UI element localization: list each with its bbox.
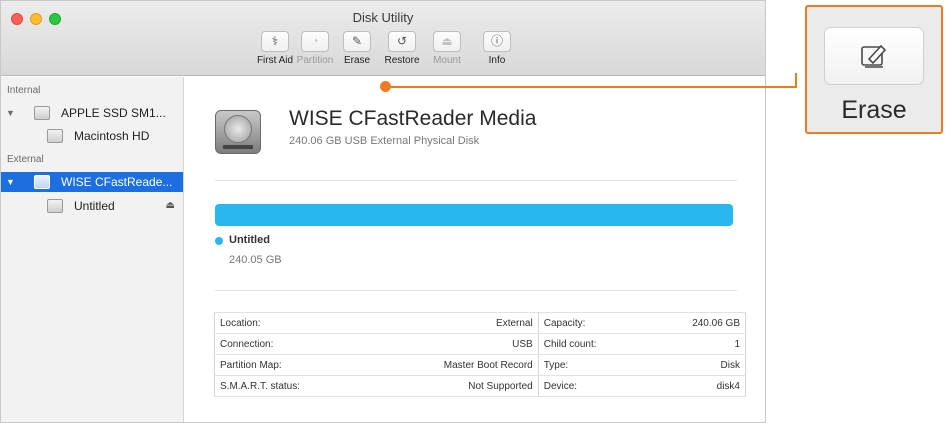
internal-disk-icon — [34, 106, 50, 120]
sidebar-section-internal: Internal — [7, 85, 41, 96]
volume-usage-bar — [215, 204, 733, 226]
detail-key: Capacity: — [538, 312, 647, 334]
detail-key: Device: — [538, 375, 647, 397]
table-row: Connection: USB Child count: 1 — [214, 333, 746, 355]
callout-box: Erase — [805, 5, 943, 134]
divider — [215, 290, 737, 291]
table-row: Location: External Capacity: 240.06 GB — [214, 312, 746, 334]
main-panel: WISE CFastReader Media 240.06 GB USB Ext… — [185, 77, 765, 422]
volume-name: Untitled — [229, 234, 270, 246]
detail-key: Child count: — [538, 333, 647, 355]
detail-value: Not Supported — [368, 375, 539, 397]
volume-icon — [47, 129, 63, 143]
detail-value: disk4 — [646, 375, 746, 397]
eraser-icon: ✎ — [343, 31, 371, 52]
mount-icon: ⏏ — [433, 31, 461, 52]
detail-value: Disk — [646, 354, 746, 376]
divider — [215, 180, 737, 181]
volume-color-dot — [215, 237, 223, 245]
disk-name: WISE CFastReader Media — [289, 107, 537, 130]
detail-value: 240.06 GB — [646, 312, 746, 334]
sidebar-item-untitled[interactable]: Untitled ⏏ — [1, 196, 183, 216]
sidebar-item-macintosh-hd[interactable]: Macintosh HD — [1, 126, 183, 146]
callout-leader-line — [385, 86, 796, 88]
sidebar-section-external: External — [7, 154, 44, 165]
info-icon: ⓘ — [483, 31, 511, 52]
disclosure-triangle-icon[interactable]: ▼ — [6, 103, 15, 123]
detail-value: External — [368, 312, 539, 334]
detail-key: Partition Map: — [214, 354, 369, 376]
volume-icon — [47, 199, 63, 213]
callout-dot — [380, 81, 391, 92]
disk-details-table: Location: External Capacity: 240.06 GB C… — [214, 312, 746, 397]
detail-key: Location: — [214, 312, 369, 334]
callout-leader-line-vertical — [795, 73, 797, 88]
disk-utility-window: Disk Utility ⚕ First Aid ◔ Partition ✎ E… — [0, 0, 766, 423]
sidebar-item-wise-cfastreader[interactable]: ▼ WISE CFastReade... — [1, 172, 183, 192]
detail-key: S.M.A.R.T. status: — [214, 375, 369, 397]
toolbar: Disk Utility ⚕ First Aid ◔ Partition ✎ E… — [1, 1, 765, 76]
restore-icon: ↺ — [388, 31, 416, 52]
eject-icon[interactable]: ⏏ — [166, 196, 175, 216]
disclosure-triangle-icon[interactable]: ▼ — [6, 172, 15, 192]
eraser-icon — [861, 44, 887, 68]
sidebar-item-apple-ssd[interactable]: ▼ APPLE SSD SM1... — [1, 103, 183, 123]
sidebar: Internal ▼ APPLE SSD SM1... Macintosh HD… — [1, 77, 184, 422]
detail-value: USB — [368, 333, 539, 355]
table-row: Partition Map: Master Boot Record Type: … — [214, 354, 746, 376]
detail-value: 1 — [646, 333, 746, 355]
erase-button-enlarged — [824, 27, 924, 85]
detail-key: Connection: — [214, 333, 369, 355]
callout-label: Erase — [841, 96, 907, 124]
detail-value: Master Boot Record — [368, 354, 539, 376]
external-disk-icon — [34, 175, 50, 189]
disk-subtitle: 240.06 GB USB External Physical Disk — [289, 135, 480, 147]
hard-disk-icon — [215, 110, 261, 154]
table-row: S.M.A.R.T. status: Not Supported Device:… — [214, 375, 746, 397]
window-title: Disk Utility — [352, 10, 414, 25]
volume-size: 240.05 GB — [229, 254, 282, 266]
detail-key: Type: — [538, 354, 647, 376]
info-button[interactable]: ⓘ Info — [467, 31, 527, 66]
pie-chart-icon: ◔ — [301, 31, 329, 52]
